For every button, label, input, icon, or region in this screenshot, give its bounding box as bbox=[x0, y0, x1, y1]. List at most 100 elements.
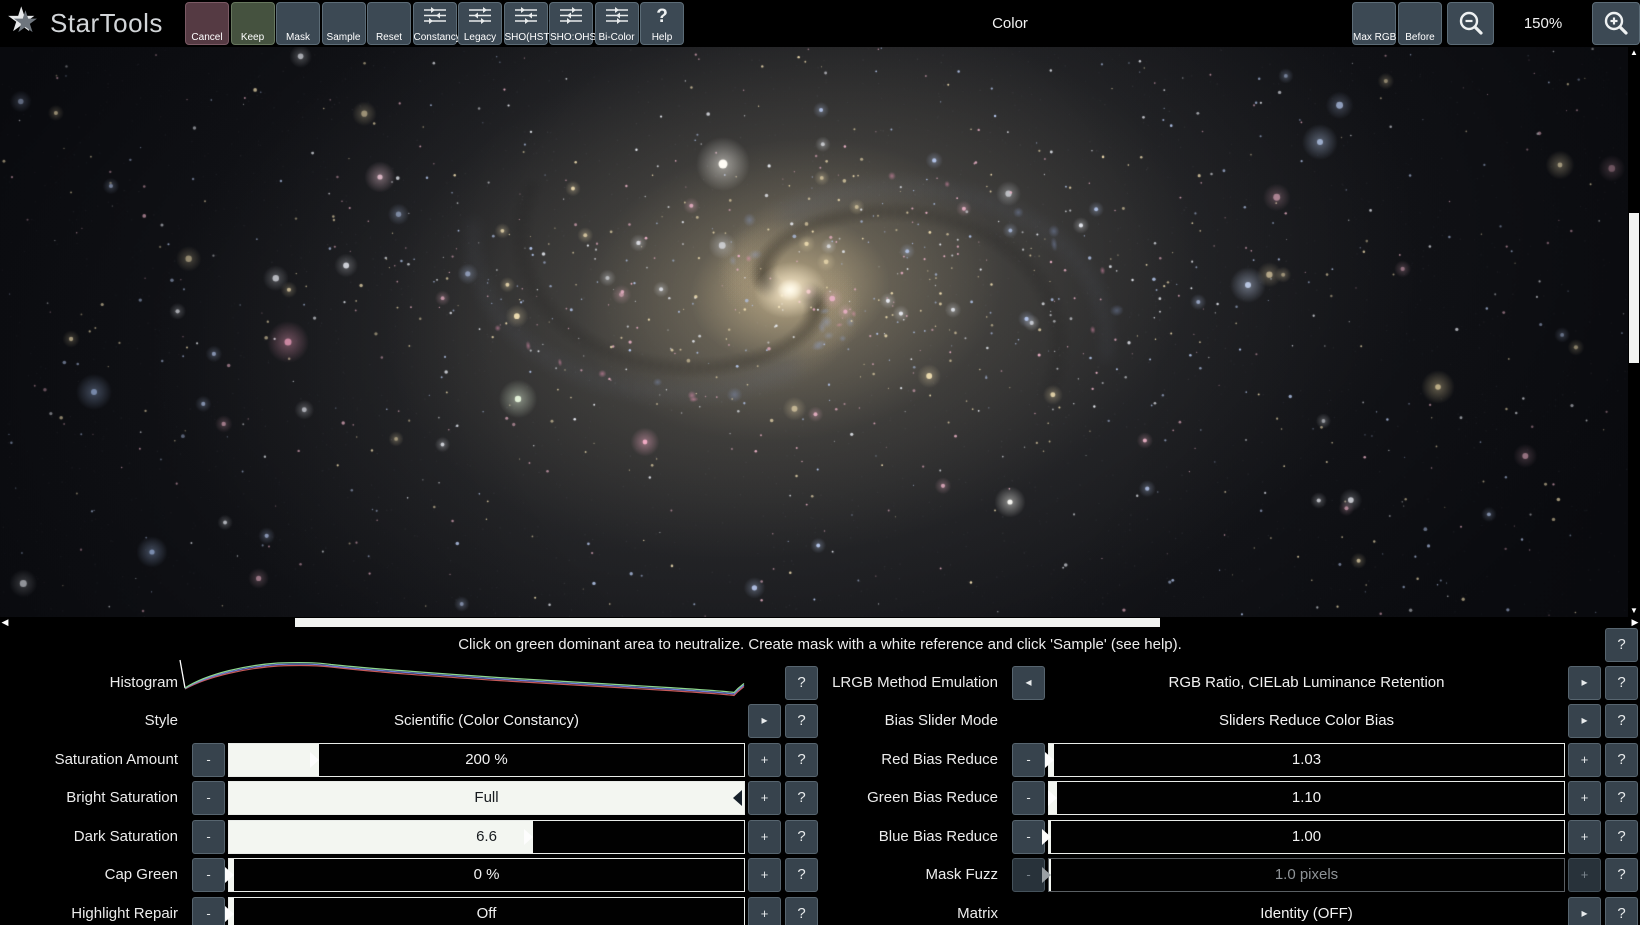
mask-button[interactable]: Mask bbox=[276, 2, 320, 45]
help-button[interactable]: ? bbox=[785, 897, 818, 925]
legacy-preset-button[interactable]: Legacy bbox=[458, 2, 502, 45]
help-button[interactable]: ? bbox=[785, 858, 818, 892]
decrease-button[interactable]: - bbox=[1012, 743, 1045, 777]
help-button[interactable]: ? Help bbox=[640, 2, 684, 45]
next-option-button[interactable]: ▸ bbox=[1568, 897, 1601, 925]
help-button[interactable]: ? bbox=[1605, 781, 1638, 815]
galaxy-image-canvas[interactable] bbox=[0, 47, 1640, 617]
scroll-down-icon[interactable]: ▼ bbox=[1628, 606, 1640, 616]
sho-hst-preset-button[interactable]: SHO(HST) bbox=[504, 2, 548, 45]
image-viewport bbox=[0, 47, 1640, 617]
decrease-button[interactable]: - bbox=[192, 781, 225, 815]
horizontal-scrollbar[interactable]: ◀ ▶ bbox=[0, 617, 1640, 628]
increase-button[interactable]: + bbox=[748, 858, 781, 892]
decrease-button[interactable]: - bbox=[192, 820, 225, 854]
increase-button[interactable]: + bbox=[1568, 781, 1601, 815]
row-bias-slider-mode: Bias Slider Mode Sliders Reduce Color Bi… bbox=[820, 704, 1640, 738]
row-label: Bias Slider Mode bbox=[820, 704, 998, 738]
next-option-button[interactable]: ▸ bbox=[1568, 704, 1601, 738]
row-highlight-repair: Highlight Repair - Off + ? bbox=[0, 897, 820, 925]
plus-icon: + bbox=[1581, 752, 1589, 767]
slider-track[interactable]: Full bbox=[228, 781, 745, 815]
sample-button[interactable]: Sample bbox=[322, 2, 366, 45]
slider-value: 1.00 bbox=[1049, 821, 1564, 853]
slider-track[interactable]: 200 % bbox=[228, 743, 745, 777]
help-button[interactable]: ? bbox=[1605, 743, 1638, 777]
style-value[interactable]: Scientific (Color Constancy) bbox=[228, 704, 745, 738]
help-button[interactable]: ? bbox=[1605, 704, 1638, 738]
lrgb-method-value[interactable]: RGB Ratio, CIELab Luminance Retention bbox=[1048, 666, 1565, 700]
help-button[interactable]: ? bbox=[1605, 897, 1638, 925]
decrease-button[interactable]: - bbox=[192, 858, 225, 892]
max-rgb-button[interactable]: Max RGB bbox=[1352, 2, 1396, 45]
bias-slider-mode-value[interactable]: Sliders Reduce Color Bias bbox=[1048, 704, 1565, 738]
vertical-scrollbar[interactable]: ▲ ▼ bbox=[1628, 47, 1640, 617]
slider-track[interactable]: 6.6 bbox=[228, 820, 745, 854]
sho-ohs-preset-button[interactable]: SHO:OHS bbox=[549, 2, 593, 45]
row-label: Red Bias Reduce bbox=[820, 743, 998, 777]
slider-track[interactable]: 1.03 bbox=[1048, 743, 1565, 777]
button-label: Max RGB bbox=[1353, 32, 1395, 43]
question-icon: ? bbox=[797, 905, 805, 922]
row-bright-saturation: Bright Saturation - Full + ? bbox=[0, 781, 820, 815]
next-option-button[interactable]: ▸ bbox=[1568, 666, 1601, 700]
row-histogram: Histogram ? bbox=[0, 666, 820, 700]
increase-button[interactable]: + bbox=[748, 743, 781, 777]
cancel-button[interactable]: Cancel bbox=[185, 2, 229, 45]
horizontal-scroll-thumb[interactable] bbox=[295, 618, 1160, 627]
slider-track[interactable]: 1.00 bbox=[1048, 820, 1565, 854]
previous-option-button[interactable]: ◂ bbox=[1012, 666, 1045, 700]
next-option-button[interactable]: ▸ bbox=[748, 704, 781, 738]
help-button[interactable]: ? bbox=[785, 704, 818, 738]
increase-button[interactable]: + bbox=[748, 897, 781, 925]
increase-button[interactable]: + bbox=[1568, 743, 1601, 777]
zoom-out-button[interactable] bbox=[1447, 2, 1494, 45]
button-label: Legacy bbox=[459, 32, 501, 43]
increase-button[interactable]: + bbox=[1568, 820, 1601, 854]
matrix-value[interactable]: Identity (OFF) bbox=[1048, 897, 1565, 925]
decrease-button[interactable]: - bbox=[1012, 781, 1045, 815]
increase-button: + bbox=[1568, 858, 1601, 892]
help-button[interactable]: ? bbox=[785, 743, 818, 777]
button-label: Before bbox=[1399, 32, 1441, 43]
slider-track[interactable]: 0 % bbox=[228, 858, 745, 892]
scroll-up-icon[interactable]: ▲ bbox=[1628, 48, 1640, 58]
help-button[interactable]: ? bbox=[785, 781, 818, 815]
help-button[interactable]: ? bbox=[1605, 820, 1638, 854]
scroll-right-icon[interactable]: ▶ bbox=[1630, 617, 1640, 628]
question-icon: ? bbox=[797, 674, 805, 691]
decrease-button[interactable]: - bbox=[192, 897, 225, 925]
bi-color-preset-button[interactable]: Bi-Color bbox=[595, 2, 639, 45]
help-button[interactable]: ? bbox=[785, 666, 818, 700]
plus-icon: + bbox=[1581, 867, 1589, 882]
app-logo-text: StarTools bbox=[50, 8, 163, 39]
before-button[interactable]: Before bbox=[1398, 2, 1442, 45]
decrease-button[interactable]: - bbox=[192, 743, 225, 777]
histogram-plot bbox=[178, 656, 746, 704]
control-panel: Click on green dominant area to neutrali… bbox=[0, 628, 1640, 925]
button-label: SHO(HST) bbox=[505, 32, 547, 43]
row-label: Dark Saturation bbox=[0, 820, 178, 854]
reset-button[interactable]: Reset bbox=[367, 2, 411, 45]
minus-icon: - bbox=[206, 829, 210, 844]
row-label: Saturation Amount bbox=[0, 743, 178, 777]
increase-button[interactable]: + bbox=[748, 820, 781, 854]
plus-icon: + bbox=[761, 790, 769, 805]
help-button[interactable]: ? bbox=[1605, 858, 1638, 892]
keep-button[interactable]: Keep bbox=[231, 2, 275, 45]
decrease-button[interactable]: - bbox=[1012, 820, 1045, 854]
row-label: Green Bias Reduce bbox=[820, 781, 998, 815]
slider-track[interactable]: 1.10 bbox=[1048, 781, 1565, 815]
zoom-in-button[interactable] bbox=[1592, 2, 1640, 45]
slider-track[interactable]: Off bbox=[228, 897, 745, 925]
row-cap-green: Cap Green - 0 % + ? bbox=[0, 858, 820, 892]
scroll-left-icon[interactable]: ◀ bbox=[0, 617, 10, 628]
constancy-preset-button[interactable]: Constancy bbox=[413, 2, 457, 45]
row-green-bias-reduce: Green Bias Reduce - 1.10 + ? bbox=[820, 781, 1640, 815]
help-button[interactable]: ? bbox=[785, 820, 818, 854]
increase-button[interactable]: + bbox=[748, 781, 781, 815]
button-label: SHO:OHS bbox=[550, 32, 592, 43]
help-button[interactable]: ? bbox=[1605, 666, 1638, 700]
vertical-scroll-thumb[interactable] bbox=[1629, 213, 1639, 363]
panel-help-button[interactable]: ? bbox=[1605, 628, 1638, 662]
